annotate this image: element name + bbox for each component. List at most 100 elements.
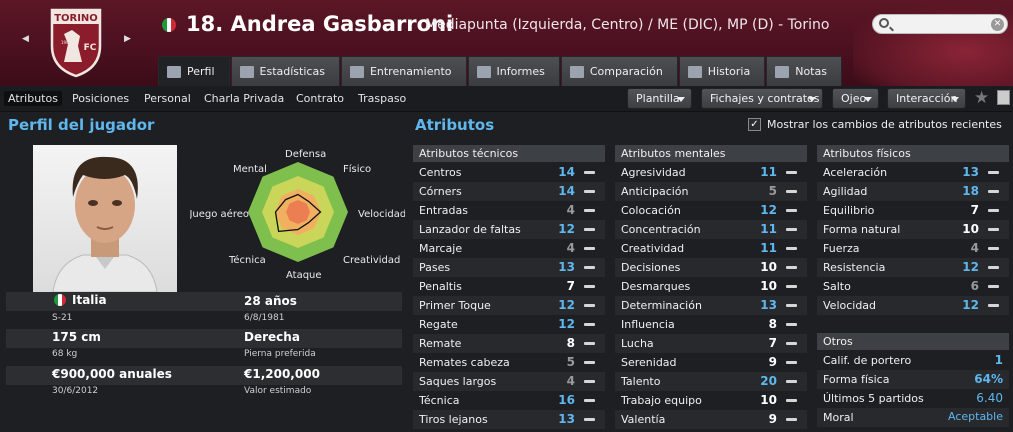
attribute-name: Marcaje (419, 242, 463, 255)
attribute-name: Penaltis (419, 280, 462, 293)
attribute-row: Regate 12 (413, 315, 605, 334)
attribute-row: Valentía 9 (615, 410, 807, 429)
tab-entrenamiento[interactable]: Entrenamiento (340, 56, 467, 86)
attribute-name: Decisiones (621, 261, 681, 274)
trend-dash-icon (584, 266, 595, 269)
player-value-label: Valor estimado (244, 386, 312, 396)
attribute-row: Creatividad 11 (615, 239, 807, 258)
trend-dash-icon (584, 228, 595, 231)
tab-comparación[interactable]: Comparación (560, 56, 678, 86)
player-age: 28 años (244, 294, 297, 308)
subtab-contrato[interactable]: Contrato (292, 91, 348, 106)
attribute-value: 12 (558, 298, 575, 312)
attribute-name: Resistencia (823, 261, 886, 274)
club-initials: FC (84, 43, 97, 53)
tab-label: Comparación (589, 65, 663, 78)
attribute-value: 18 (962, 184, 979, 198)
attribute-value: 7 (566, 279, 575, 293)
attribute-value: 12 (962, 298, 979, 312)
attribute-value: 1 (994, 353, 1003, 367)
attribute-name: Moral (823, 411, 854, 424)
attribute-name: Fuerza (823, 242, 860, 255)
interaction-dropdown[interactable]: Interacción (887, 88, 966, 109)
trend-dash-icon (584, 209, 595, 212)
search-input[interactable] (895, 17, 991, 31)
attribute-value: 10 (962, 222, 979, 236)
player-positions: Mediapunta (Izquierda, Centro) / ME (DIC… (425, 17, 830, 33)
attribute-value: 20 (760, 374, 777, 388)
attribute-name: Regate (419, 318, 458, 331)
attribute-name: Valentía (621, 413, 666, 426)
clear-search-icon[interactable]: ✕ (991, 18, 1004, 31)
attribute-name: Agresividad (621, 166, 686, 179)
attribute-value: 13 (558, 260, 575, 274)
profile-icon (167, 65, 181, 78)
stats-icon (239, 65, 254, 78)
tab-estadísticas[interactable]: Estadísticas (230, 56, 340, 86)
attribute-value: 6 (970, 279, 979, 293)
attribute-value: 12 (760, 203, 777, 217)
tab-informes[interactable]: Informes (467, 56, 560, 86)
notes-icon[interactable] (997, 90, 1010, 105)
tab-historia[interactable]: Historia (678, 56, 766, 86)
trend-dash-icon (786, 247, 797, 250)
trend-dash-icon (786, 380, 797, 383)
search-box[interactable]: ✕ (872, 14, 1008, 34)
show-changes-checkbox[interactable]: ✓ (748, 118, 761, 131)
ball-icon (349, 65, 364, 78)
history-icon (687, 65, 702, 78)
transfers-dropdown[interactable]: Fichajes y contratos (701, 88, 823, 109)
notes-icon (775, 65, 790, 78)
attribute-name: Creatividad (621, 242, 685, 255)
player-wage: €900,000 anuales (52, 367, 172, 381)
attribute-name: Agilidad (823, 185, 868, 198)
attribute-row: Entradas 4 (413, 201, 605, 220)
radar-label-aerial: Juego aéreo (190, 209, 249, 220)
attribute-row: Resistencia 12 (817, 258, 1009, 277)
subtab-charla-privada[interactable]: Charla Privada (200, 91, 288, 106)
attribute-name: Forma física (823, 373, 890, 386)
attribute-value: 16 (558, 393, 575, 407)
mental-attributes-header: Atributos mentales (615, 145, 807, 162)
trend-dash-icon (786, 171, 797, 174)
trend-dash-icon (584, 342, 595, 345)
scouting-dropdown[interactable]: Ojeo (832, 88, 879, 109)
attribute-row: Decisiones 10 (615, 258, 807, 277)
attribute-name: Lanzador de faltas (419, 223, 521, 236)
attribute-row: Lucha 7 (615, 334, 807, 353)
attribute-row: Tiros lejanos 13 (413, 410, 605, 429)
attribute-name: Aceleración (823, 166, 888, 179)
subtab-personal[interactable]: Personal (140, 91, 195, 106)
attribute-value: 8 (566, 336, 575, 350)
subtab-traspaso[interactable]: Traspaso (354, 91, 410, 106)
attribute-row: Salto 6 (817, 277, 1009, 296)
attribute-row: Lanzador de faltas 12 (413, 220, 605, 239)
attribute-row: Fuerza 4 (817, 239, 1009, 258)
trend-dash-icon (584, 418, 595, 421)
attribute-value: 12 (962, 260, 979, 274)
trend-dash-icon (786, 190, 797, 193)
attribute-value: 4 (566, 374, 575, 388)
trend-dash-icon (786, 285, 797, 288)
trend-dash-icon (584, 380, 595, 383)
radar-label-mental: Mental (233, 164, 267, 175)
attribute-name: Entradas (419, 204, 468, 217)
italy-flag-icon (162, 18, 176, 32)
attribute-row: Concentración 11 (615, 220, 807, 239)
star-icon[interactable]: ★ (974, 88, 989, 108)
attribute-name: Colocación (621, 204, 681, 217)
attribute-row: Pases 13 (413, 258, 605, 277)
back-arrow-icon[interactable]: ◀ (22, 34, 29, 44)
subtab-atributos[interactable]: Atributos (4, 91, 62, 106)
tab-label: Notas (795, 65, 827, 78)
squad-dropdown[interactable]: Plantilla (627, 88, 692, 109)
tab-perfil[interactable]: Perfil (158, 56, 230, 86)
attribute-row: Talento 20 (615, 372, 807, 391)
trend-dash-icon (584, 399, 595, 402)
tab-label: Perfil (187, 65, 215, 78)
attribute-name: Tiros lejanos (419, 413, 488, 426)
italy-flag-icon (54, 294, 66, 306)
forward-arrow-icon[interactable]: ▶ (124, 34, 131, 44)
subtab-posiciones[interactable]: Posiciones (68, 91, 133, 106)
tab-notas[interactable]: Notas (766, 56, 842, 86)
